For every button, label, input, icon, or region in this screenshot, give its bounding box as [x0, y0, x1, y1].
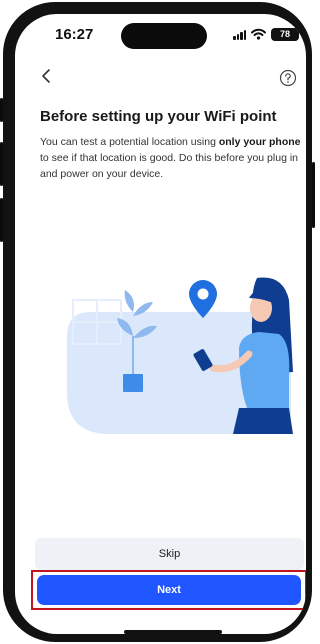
- status-time: 16:27: [55, 26, 94, 43]
- home-indicator: [124, 630, 222, 634]
- phone-screen: 16:27 78 Before setting up your WiFi poi…: [15, 14, 306, 634]
- phone-frame: 16:27 78 Before setting up your WiFi poi…: [0, 2, 315, 642]
- cellular-signal-icon: [233, 29, 246, 40]
- description-text-1: You can test a potential location using: [40, 136, 219, 148]
- wifi-icon: [251, 28, 266, 40]
- battery-icon: 78: [271, 27, 299, 41]
- chevron-left-icon[interactable]: [39, 68, 55, 84]
- question-mark-circle-icon[interactable]: [279, 69, 297, 87]
- side-button-volume-up: [0, 142, 3, 186]
- status-icons: 78: [233, 26, 299, 42]
- description-text-2: to see if that location is good. Do this…: [40, 152, 298, 180]
- side-button-mute: [0, 98, 3, 122]
- dynamic-island: [121, 23, 207, 49]
- description-bold-text: only your phone: [218, 136, 301, 148]
- side-button-power: [312, 162, 315, 228]
- person-holding-phone-with-location-pin-illustration: [67, 277, 293, 434]
- next-button[interactable]: Next: [37, 575, 301, 605]
- page-description: You can test a potential location using …: [40, 134, 302, 182]
- skip-button[interactable]: Skip: [35, 538, 304, 570]
- battery-level: 78: [279, 29, 290, 39]
- page-title: Before setting up your WiFi point: [40, 108, 277, 125]
- side-button-volume-down: [0, 198, 3, 242]
